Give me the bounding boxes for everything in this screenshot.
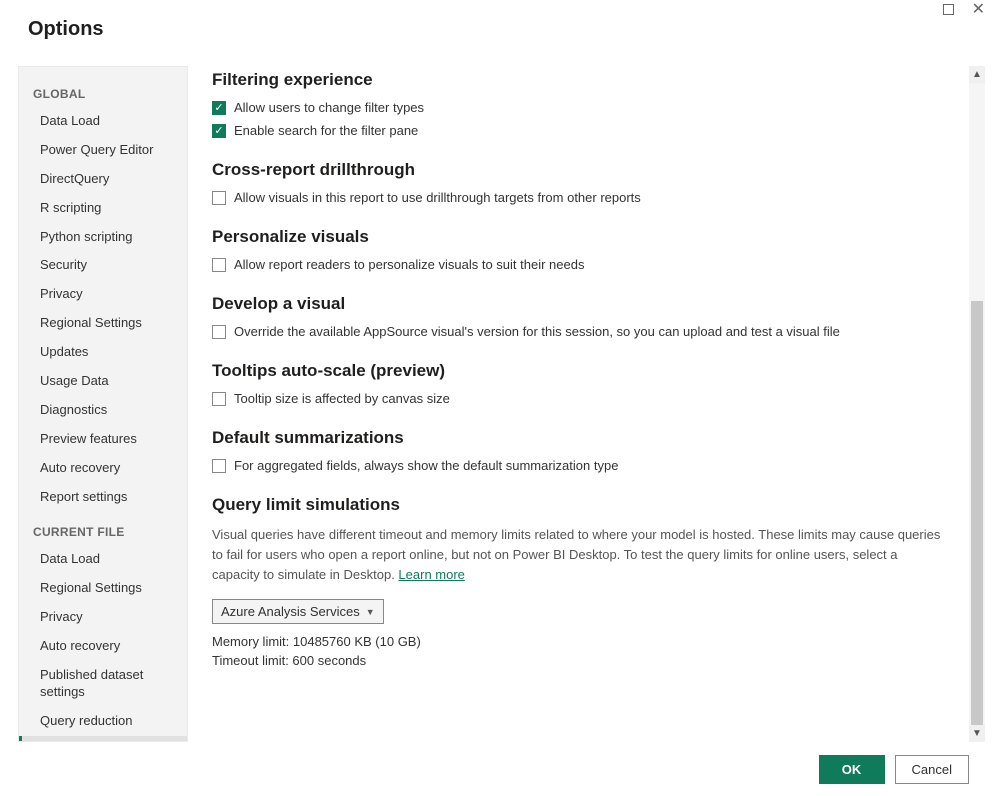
nav-global-r-scripting[interactable]: R scripting [19, 194, 187, 223]
nav-global-preview-features[interactable]: Preview features [19, 425, 187, 454]
nav-global-updates[interactable]: Updates [19, 338, 187, 367]
nav-global-auto-recovery[interactable]: Auto recovery [19, 454, 187, 483]
checkbox-tooltip-canvas-size[interactable] [212, 392, 226, 406]
checkbox-label: Allow visuals in this report to use dril… [234, 190, 641, 205]
timeout-limit-text: Timeout limit: 600 seconds [212, 653, 944, 668]
nav-global-regional-settings[interactable]: Regional Settings [19, 309, 187, 338]
close-button[interactable]: ✕ [972, 4, 985, 15]
options-content: Filtering experience ✓ Allow users to ch… [188, 66, 968, 742]
nav-global-python-scripting[interactable]: Python scripting [19, 223, 187, 252]
nav-global-report-settings[interactable]: Report settings [19, 483, 187, 512]
section-query-limit-simulations: Query limit simulations Visual queries h… [212, 495, 944, 668]
section-title: Cross-report drillthrough [212, 160, 944, 180]
nav-global-data-load[interactable]: Data Load [19, 107, 187, 136]
nav-group-current-file: CURRENT FILE [19, 511, 187, 545]
checkbox-label: For aggregated fields, always show the d… [234, 458, 618, 473]
checkbox-override-appsource-visual[interactable] [212, 325, 226, 339]
checkbox-label: Allow users to change filter types [234, 100, 424, 115]
checkbox-label: Allow report readers to personalize visu… [234, 257, 584, 272]
section-title: Default summarizations [212, 428, 944, 448]
ok-button[interactable]: OK [819, 755, 885, 784]
nav-global-security[interactable]: Security [19, 251, 187, 280]
nav-global-directquery[interactable]: DirectQuery [19, 165, 187, 194]
capacity-dropdown[interactable]: Azure Analysis Services ▼ [212, 599, 384, 624]
nav-file-data-load[interactable]: Data Load [19, 545, 187, 574]
chevron-down-icon: ▼ [366, 607, 375, 617]
nav-group-global: GLOBAL [19, 73, 187, 107]
checkbox-allow-drillthrough-targets[interactable] [212, 191, 226, 205]
nav-global-usage-data[interactable]: Usage Data [19, 367, 187, 396]
checkbox-default-summarization[interactable] [212, 459, 226, 473]
checkbox-label: Enable search for the filter pane [234, 123, 418, 138]
section-title: Tooltips auto-scale (preview) [212, 361, 944, 381]
nav-file-report-settings[interactable]: Report settings [19, 736, 187, 742]
section-title: Filtering experience [212, 70, 944, 90]
checkbox-allow-personalize-visuals[interactable] [212, 258, 226, 272]
nav-file-regional-settings[interactable]: Regional Settings [19, 574, 187, 603]
section-title: Personalize visuals [212, 227, 944, 247]
query-limits-description: Visual queries have different timeout an… [212, 525, 944, 585]
maximize-button[interactable] [943, 4, 954, 15]
nav-global-power-query-editor[interactable]: Power Query Editor [19, 136, 187, 165]
nav-file-published-dataset-settings[interactable]: Published dataset settings [19, 661, 187, 707]
section-personalize-visuals: Personalize visuals Allow report readers… [212, 227, 944, 272]
options-sidebar: GLOBAL Data Load Power Query Editor Dire… [18, 66, 188, 742]
nav-file-auto-recovery[interactable]: Auto recovery [19, 632, 187, 661]
scroll-up-arrow-icon[interactable]: ▲ [969, 66, 985, 83]
scroll-thumb[interactable] [971, 301, 983, 725]
section-tooltips-auto-scale: Tooltips auto-scale (preview) Tooltip si… [212, 361, 944, 406]
section-title: Develop a visual [212, 294, 944, 314]
section-default-summarizations: Default summarizations For aggregated fi… [212, 428, 944, 473]
nav-file-privacy[interactable]: Privacy [19, 603, 187, 632]
content-scrollbar[interactable]: ▲ ▼ [968, 66, 985, 742]
nav-global-privacy[interactable]: Privacy [19, 280, 187, 309]
section-title: Query limit simulations [212, 495, 944, 515]
section-filtering-experience: Filtering experience ✓ Allow users to ch… [212, 70, 944, 138]
checkbox-enable-search-filter-pane[interactable]: ✓ [212, 124, 226, 138]
dropdown-value: Azure Analysis Services [221, 604, 360, 619]
memory-limit-text: Memory limit: 10485760 KB (10 GB) [212, 634, 944, 649]
checkbox-label: Override the available AppSource visual'… [234, 324, 840, 339]
scroll-track[interactable] [969, 83, 985, 725]
dialog-title: Options [28, 18, 967, 41]
checkbox-allow-change-filter-types[interactable]: ✓ [212, 101, 226, 115]
scroll-down-arrow-icon[interactable]: ▼ [969, 725, 985, 742]
nav-global-diagnostics[interactable]: Diagnostics [19, 396, 187, 425]
nav-file-query-reduction[interactable]: Query reduction [19, 707, 187, 736]
checkbox-label: Tooltip size is affected by canvas size [234, 391, 450, 406]
learn-more-link[interactable]: Learn more [398, 567, 464, 582]
cancel-button[interactable]: Cancel [895, 755, 969, 784]
section-cross-report-drillthrough: Cross-report drillthrough Allow visuals … [212, 160, 944, 205]
section-develop-a-visual: Develop a visual Override the available … [212, 294, 944, 339]
